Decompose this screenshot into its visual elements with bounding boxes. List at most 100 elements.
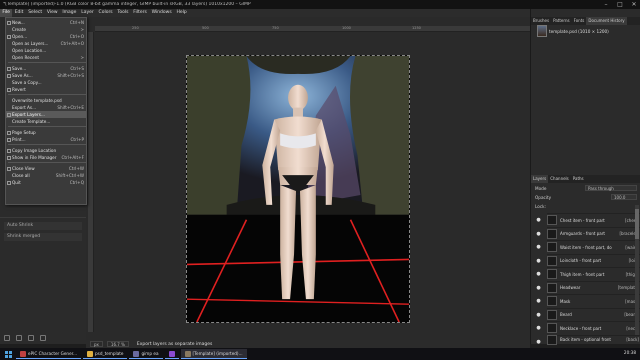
eye-icon[interactable]: ● [536,218,541,223]
menu-item-label: Show in File Manager [12,155,57,160]
tab-document-history[interactable]: Document History [586,17,627,25]
layers-scrollbar[interactable] [635,205,639,335]
eye-icon[interactable]: ● [536,285,541,291]
zoom-select[interactable]: 16.7 % [106,341,129,347]
character-image [187,56,409,322]
menu-layer[interactable]: Layer [79,9,96,17]
scrollbar-thumb[interactable] [635,209,639,239]
layer-row[interactable]: ● Back item - optional front part [back] [536,334,640,345]
menu-item-close-view[interactable]: Close View Ctrl+W [6,165,86,172]
image-name[interactable]: template.psd (1010 × 1200) [549,29,609,34]
menu-colors[interactable]: Colors [96,9,115,17]
menu-filters[interactable]: Filters [131,9,149,17]
menu-item-shortcut: Ctrl+O [69,34,84,39]
eye-icon[interactable]: ● [536,299,541,304]
menu-item-quit[interactable]: Quit Ctrl+Q [6,179,86,186]
folder-icon [7,155,11,160]
tab-patterns[interactable]: Patterns [551,17,571,25]
tab-layers[interactable]: Layers [531,175,549,183]
layer-row[interactable]: ● Armguards - front part [bracelet] [536,226,640,241]
image-thumbnail[interactable] [537,25,547,37]
menu-image[interactable]: Image [60,9,79,17]
menu-item-label: Quit [12,180,21,185]
tab-paths[interactable]: Paths [571,175,586,183]
clock[interactable]: 20:38 [624,350,636,355]
menu-item-shortcut: Ctrl+Alt+O [60,41,84,46]
menu-item-label: New... [12,20,25,25]
eye-icon[interactable]: ● [536,312,541,318]
layer-row[interactable]: ● Necklace - front part [neck] [536,321,640,335]
menu-item-new[interactable]: New... Ctrl+N [6,19,86,26]
menu-item-create[interactable]: Create > [6,26,86,33]
shrink-merged-option[interactable]: Shrink merged [4,233,82,241]
save-options-icon[interactable] [4,335,10,341]
menu-item-export-layers[interactable]: Export Layers... [6,111,86,118]
layer-name: Mask [560,298,571,304]
eye-icon[interactable]: ● [536,231,541,237]
menu-item-create-template[interactable]: Create Template... [6,118,86,125]
menu-windows[interactable]: Windows [149,9,174,17]
menu-item-save[interactable]: Save... Ctrl+S [6,65,86,72]
mode-select[interactable]: Pass through [585,185,637,191]
close-button[interactable]: ✕ [630,1,638,8]
taskbar-app-editor[interactable] [164,349,179,359]
menu-item-save-copy[interactable]: Save a Copy... [6,79,86,86]
delete-options-icon[interactable] [28,335,34,341]
vertical-ruler [88,32,94,332]
menu-item-copy-location[interactable]: Copy Image Location [6,147,86,154]
layer-row[interactable]: ● Chest item - front part [chest] [536,213,640,227]
menu-help[interactable]: Help [174,9,189,17]
taskbar-app-psd-template[interactable]: psd_template [82,349,128,359]
menu-item-open-location[interactable]: Open Location... [6,47,86,54]
menu-item-open-as-layers[interactable]: Open as Layers... Ctrl+Alt+O [6,40,86,47]
taskbar-app-epic[interactable]: ePIC Character Gener... [16,349,81,359]
eye-icon[interactable]: ● [536,258,541,264]
image-canvas[interactable] [186,55,410,323]
menu-item-shortcut: Ctrl+W [68,166,84,171]
layer-row[interactable]: ● Headwear [template] [536,280,640,295]
maximize-button[interactable]: □ [616,1,624,8]
menu-item-open-recent[interactable]: Open Recent > [6,54,86,61]
menu-item-save-as[interactable]: Save As... Shift+Ctrl+S [6,72,86,79]
menu-item-overwrite[interactable]: Overwrite template.psd [6,97,86,104]
minimize-button[interactable]: – [602,1,610,8]
eye-icon[interactable]: ● [536,339,541,345]
close-view-icon [7,166,11,171]
tab-channels[interactable]: Channels [548,175,571,183]
tab-fonts[interactable]: Fonts [572,17,587,25]
menu-edit[interactable]: Edit [12,9,26,17]
units-select[interactable]: px [90,341,103,347]
menu-select[interactable]: Select [26,9,45,17]
menu-item-open[interactable]: Open... Ctrl+O [6,33,86,40]
menu-item-label: Save As... [12,73,33,78]
layer-thumbnail [547,255,557,266]
layer-row[interactable]: ● Loincloth - front part [loin] [536,253,640,268]
menu-item-print[interactable]: Print... Ctrl+P [6,136,86,143]
eye-icon[interactable]: ● [536,272,541,277]
reset-options-icon[interactable] [40,335,46,341]
app-icon [133,350,140,357]
layer-row[interactable]: ● Thigh item - front part [thigh] [536,267,640,281]
eye-icon[interactable]: ● [536,326,541,331]
menu-item-show-file-manager[interactable]: Show in File Manager Ctrl+Alt+F [6,154,86,161]
menu-file[interactable]: File [0,9,13,17]
lock-label: Lock: [535,204,546,209]
taskbar-app-gimp-ea[interactable]: gimp ea [129,349,163,359]
menu-view[interactable]: View [44,9,59,17]
menu-item-close-all[interactable]: Close all Shift+Ctrl+W [6,172,86,179]
taskbar-app-gimp[interactable]: [Template] (imported)... [180,349,247,359]
menu-item-shortcut: Ctrl+Alt+F [61,155,84,160]
menu-tools[interactable]: Tools [115,9,131,17]
menu-item-export-as[interactable]: Export As... Shift+Ctrl+E [6,104,86,111]
start-button[interactable] [3,349,13,359]
layer-row[interactable]: ● Mask [mask] [536,294,640,308]
opacity-field[interactable]: 100.0 [611,194,637,200]
auto-shrink-option[interactable]: Auto Shrink [4,222,82,230]
layer-row[interactable]: ● Beard [beard] [536,307,640,322]
restore-options-icon[interactable] [16,335,22,341]
menu-item-revert[interactable]: Revert [6,86,86,93]
layer-row[interactable]: ●Waist item - front part, doesn't hide[w… [536,240,640,254]
tab-brushes[interactable]: Brushes [531,17,551,25]
eye-icon[interactable]: ● [536,245,541,250]
menu-item-page-setup[interactable]: Page Setup [6,129,86,136]
